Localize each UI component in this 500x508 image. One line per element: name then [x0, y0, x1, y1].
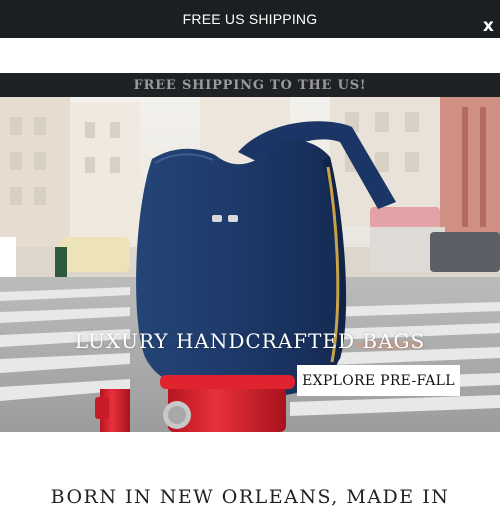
- section-heading: BORN IN NEW ORLEANS, MADE IN: [50, 486, 450, 508]
- banner-text: FREE US SHIPPING: [182, 11, 318, 27]
- top-announcement-banner: FREE US SHIPPING x: [0, 0, 500, 38]
- hero-banner: LUXURY HANDCRAFTED BAGS EXPLORE PRE-FALL: [0, 97, 500, 432]
- close-icon[interactable]: x: [483, 18, 494, 35]
- hero-title: LUXURY HANDCRAFTED BAGS: [74, 329, 426, 353]
- promo-text: FREE SHIPPING TO THE US!: [133, 77, 367, 93]
- header-area: [0, 38, 500, 73]
- promo-bar: FREE SHIPPING TO THE US!: [0, 73, 500, 97]
- explore-pre-fall-button[interactable]: EXPLORE PRE-FALL: [297, 365, 460, 396]
